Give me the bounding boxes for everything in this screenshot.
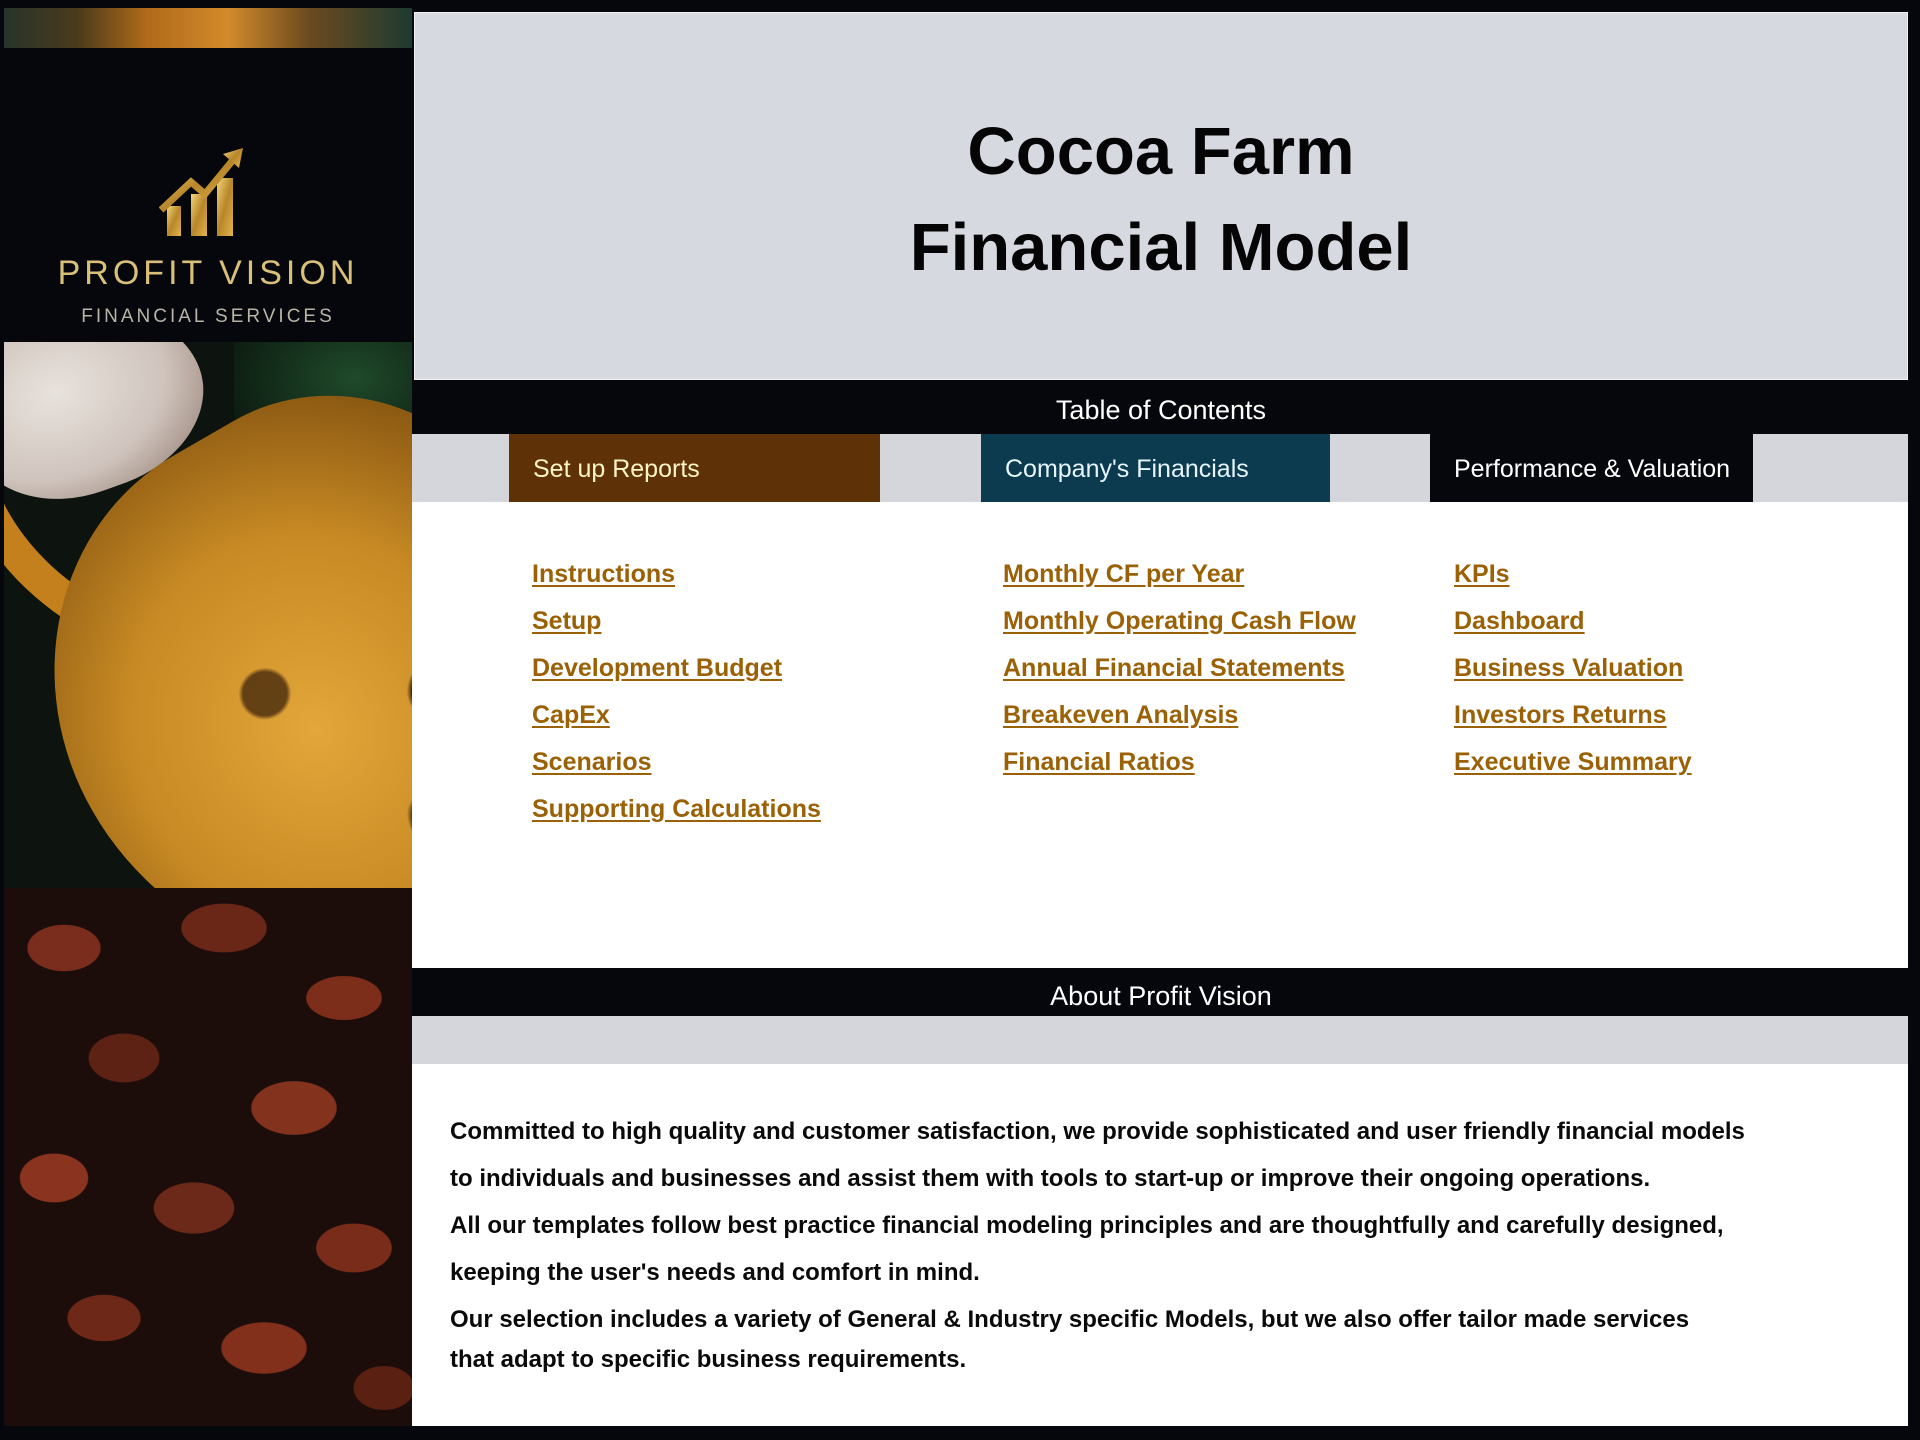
link-monthly-cf-per-year[interactable]: Monthly CF per Year xyxy=(1003,560,1356,607)
link-kpis[interactable]: KPIs xyxy=(1454,560,1692,607)
section-tab-performance-valuation: Performance & Valuation xyxy=(1430,434,1753,502)
about-line: to individuals and businesses and assist… xyxy=(450,1165,1651,1192)
about-text: Committed to high quality and customer s… xyxy=(450,1118,1870,1393)
toc-section-tabs: Set up Reports Company's Financials Perf… xyxy=(412,434,1908,502)
cocoa-image-top-strip xyxy=(4,8,412,50)
performance-valuation-links: KPIs Dashboard Business Valuation Invest… xyxy=(1454,560,1692,795)
about-section: Committed to high quality and customer s… xyxy=(412,1064,1908,1426)
about-line: All our templates follow best practice f… xyxy=(450,1212,1724,1239)
link-scenarios[interactable]: Scenarios xyxy=(532,748,821,795)
link-capex[interactable]: CapEx xyxy=(532,701,821,748)
setup-reports-links: Instructions Setup Development Budget Ca… xyxy=(532,560,821,842)
section-tab-companys-financials: Company's Financials xyxy=(981,434,1330,502)
about-line: Committed to high quality and customer s… xyxy=(450,1118,1745,1145)
about-line: keeping the user's needs and comfort in … xyxy=(450,1259,980,1286)
title-panel: Cocoa Farm Financial Model xyxy=(414,12,1908,380)
link-setup[interactable]: Setup xyxy=(532,607,821,654)
about-line: Our selection includes a variety of Gene… xyxy=(450,1306,1690,1333)
page-title-line2: Financial Model xyxy=(909,210,1413,285)
rising-bar-chart-arrow-icon xyxy=(159,148,243,236)
link-investors-returns[interactable]: Investors Returns xyxy=(1454,701,1692,748)
about-heading: About Profit Vision xyxy=(412,968,1910,1016)
link-executive-summary[interactable]: Executive Summary xyxy=(1454,748,1692,795)
link-supporting-calculations[interactable]: Supporting Calculations xyxy=(532,795,821,842)
companys-financials-links: Monthly CF per Year Monthly Operating Ca… xyxy=(1003,560,1356,795)
link-instructions[interactable]: Instructions xyxy=(532,560,821,607)
link-breakeven-analysis[interactable]: Breakeven Analysis xyxy=(1003,701,1356,748)
link-development-budget[interactable]: Development Budget xyxy=(532,654,821,701)
page-title-line1: Cocoa Farm xyxy=(967,114,1355,189)
link-dashboard[interactable]: Dashboard xyxy=(1454,607,1692,654)
link-monthly-operating-cash-flow[interactable]: Monthly Operating Cash Flow xyxy=(1003,607,1356,654)
about-line: that adapt to specific business requirem… xyxy=(450,1346,967,1373)
about-divider-band xyxy=(412,1016,1908,1064)
toc-links-area: Instructions Setup Development Budget Ca… xyxy=(412,502,1908,968)
brand-tagline: FINANCIAL SERVICES xyxy=(81,306,335,327)
link-financial-ratios[interactable]: Financial Ratios xyxy=(1003,748,1356,795)
section-tab-setup-reports: Set up Reports xyxy=(509,434,880,502)
brand-logo: PROFIT VISION FINANCIAL SERVICES xyxy=(4,48,412,342)
cocoa-beans-image xyxy=(4,888,412,1426)
toc-heading: Table of Contents xyxy=(412,382,1910,434)
link-business-valuation[interactable]: Business Valuation xyxy=(1454,654,1692,701)
cocoa-pod-image xyxy=(4,342,412,902)
link-annual-financial-statements[interactable]: Annual Financial Statements xyxy=(1003,654,1356,701)
brand-name: PROFIT VISION xyxy=(57,254,359,292)
